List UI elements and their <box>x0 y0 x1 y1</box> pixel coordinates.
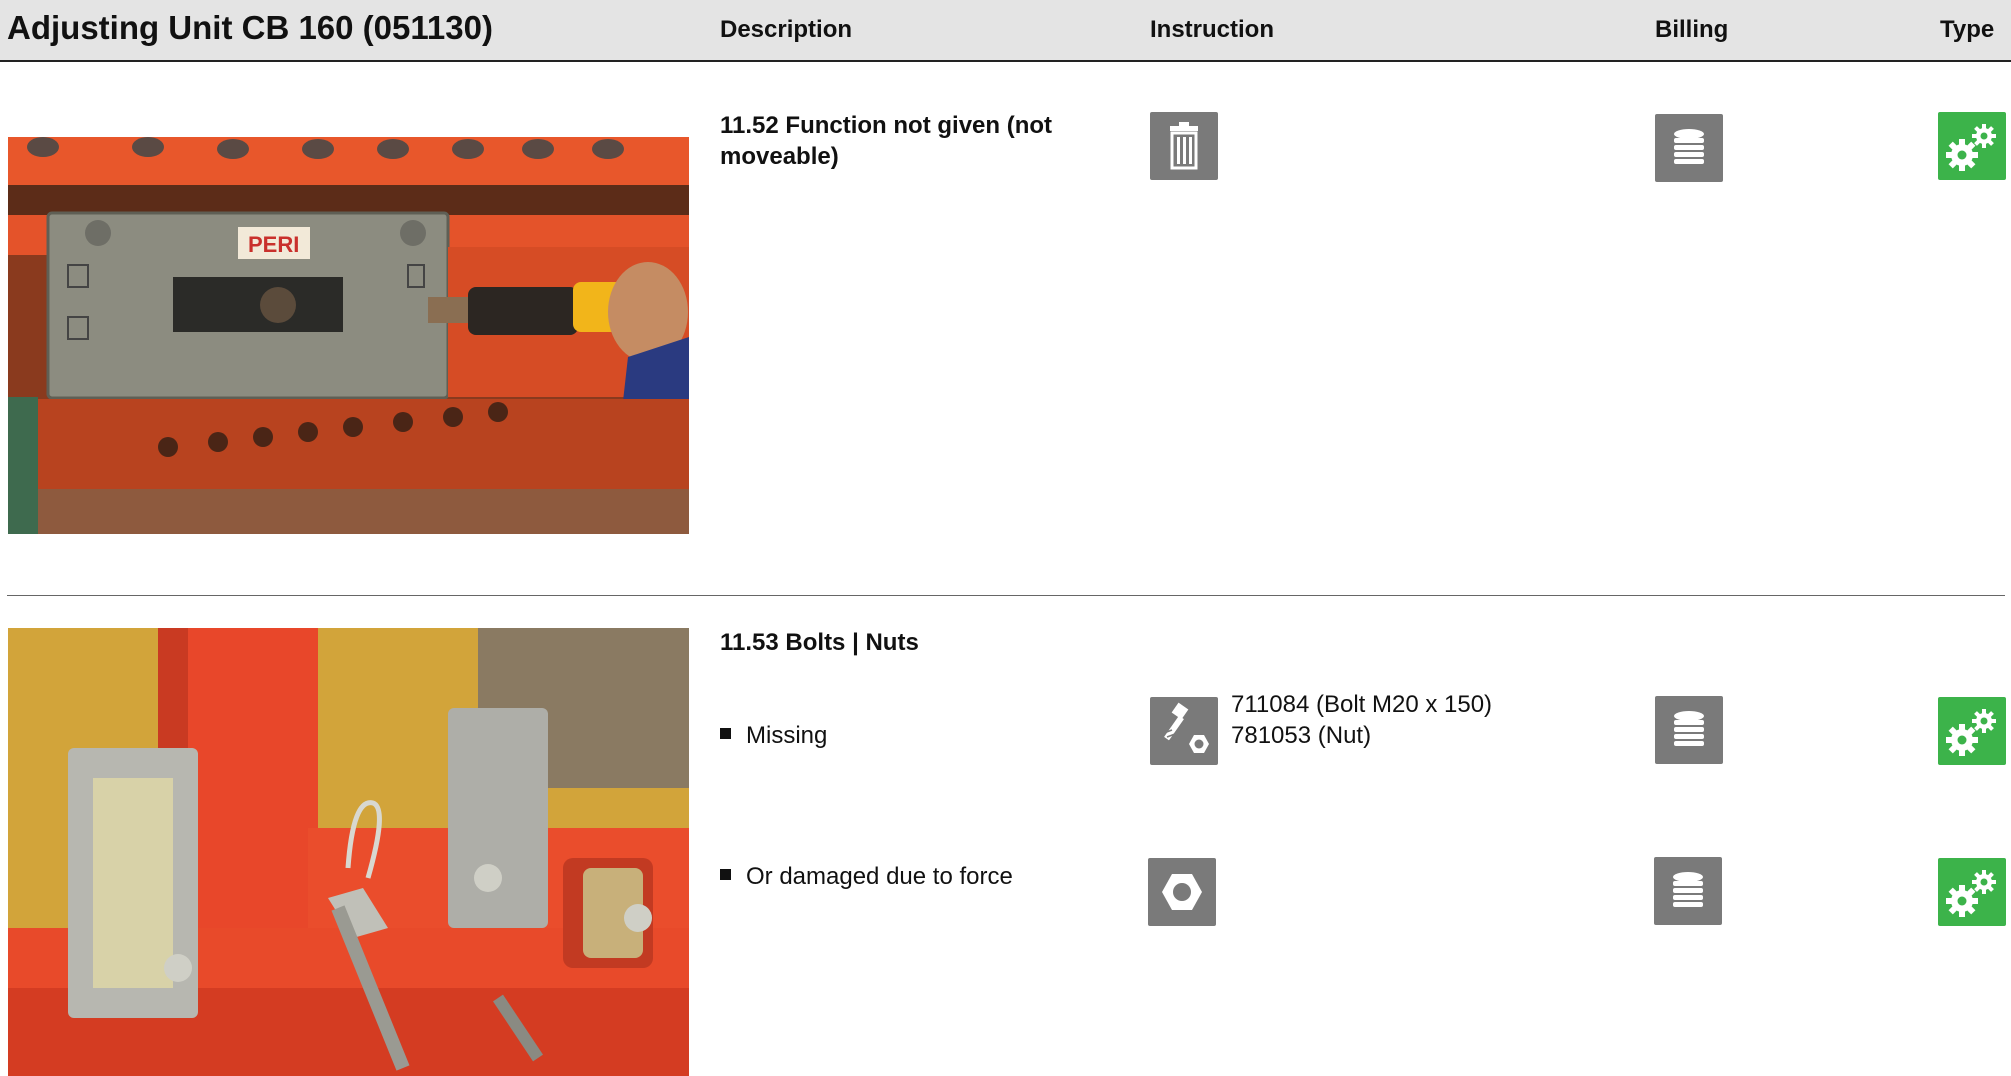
section-heading-11-53: 11.53 Bolts | Nuts <box>720 629 919 656</box>
bolt-nut-icon <box>1150 697 1218 765</box>
trash-icon <box>1150 112 1218 180</box>
list-item-label: Missing <box>746 722 828 749</box>
coin-stack-icon <box>1654 857 1722 925</box>
page-title: Adjusting Unit CB 160 (051130) <box>7 9 493 46</box>
photo-adjusting-unit-drill: PERI <box>8 137 689 534</box>
bullet-square-icon <box>720 869 731 880</box>
section-divider <box>7 595 2005 596</box>
column-header-type: Type <box>1940 16 1995 43</box>
section-heading-11-52: 11.52 Function not given (not moveable) <box>720 110 1052 172</box>
column-header-instruction: Instruction <box>1150 16 1274 43</box>
part-number-nut: 781053 (Nut) <box>1231 722 1372 749</box>
list-item-label: Or damaged due to force <box>746 863 1013 890</box>
list-item-missing: Missing <box>720 720 827 751</box>
table-header: Adjusting Unit CB 160 (051130) Descripti… <box>0 0 2011 62</box>
photo-peri-label: PERI <box>248 232 299 257</box>
gears-icon <box>1938 697 2006 765</box>
column-header-description: Description <box>720 16 853 43</box>
gears-icon <box>1938 858 2006 926</box>
part-number-bolt: 711084 (Bolt M20 x 150) <box>1231 691 1493 718</box>
list-item-damaged: Or damaged due to force <box>720 861 1013 892</box>
photo-bolts-nuts <box>8 628 689 1076</box>
coin-stack-icon <box>1655 696 1723 764</box>
column-header-billing: Billing <box>1655 16 1729 43</box>
bullet-square-icon <box>720 728 731 739</box>
gears-icon <box>1938 112 2006 180</box>
section-heading-line-2: moveable) <box>720 143 839 170</box>
coin-stack-icon <box>1655 114 1723 182</box>
nut-icon <box>1148 858 1216 926</box>
section-heading-line-1: 11.52 Function not given (not <box>720 112 1053 139</box>
